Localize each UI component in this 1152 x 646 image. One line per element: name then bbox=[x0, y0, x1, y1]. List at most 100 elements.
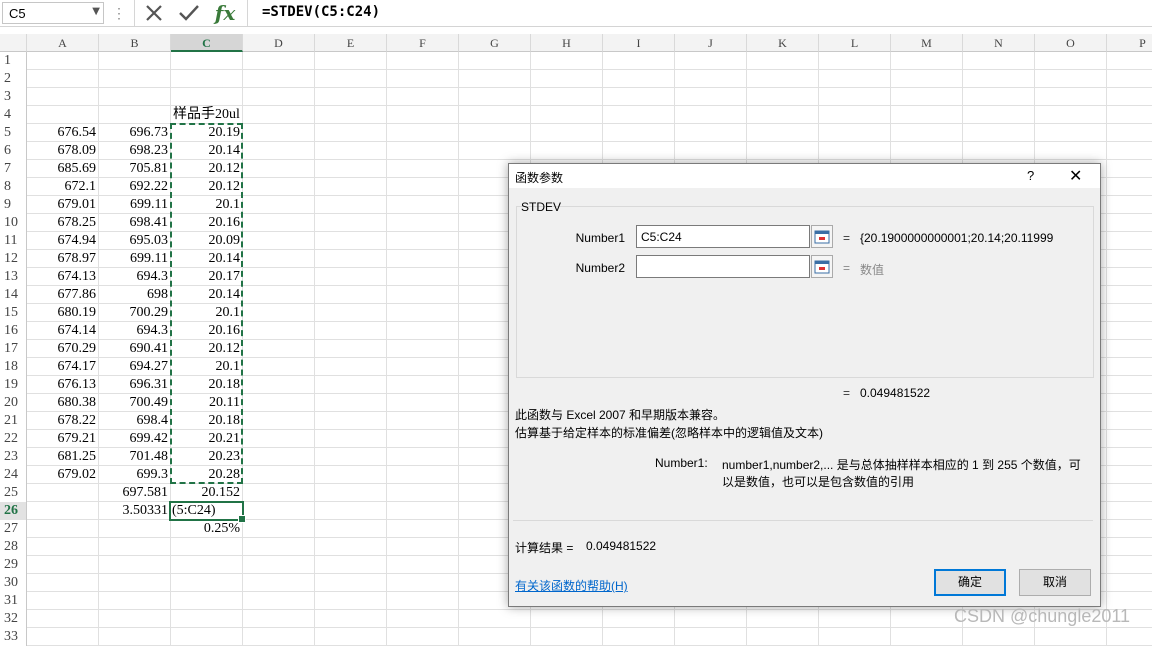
row-header-24[interactable]: 24 bbox=[0, 466, 27, 484]
close-icon[interactable]: ✕ bbox=[1069, 166, 1082, 186]
cell-b19[interactable]: 696.31 bbox=[101, 376, 169, 394]
column-header-g[interactable]: G bbox=[459, 34, 531, 52]
name-box[interactable]: C5 ▼ bbox=[2, 2, 104, 24]
row-header-20[interactable]: 20 bbox=[0, 394, 27, 412]
cell-c26-edit[interactable]: (5:C24) bbox=[172, 503, 242, 519]
cell-a14[interactable]: 677.86 bbox=[29, 286, 97, 304]
row-header-33[interactable]: 33 bbox=[0, 628, 27, 646]
cell-a20[interactable]: 680.38 bbox=[29, 394, 97, 412]
cell-b26[interactable]: 3.50331 bbox=[101, 502, 169, 520]
column-header-h[interactable]: H bbox=[531, 34, 603, 52]
cell-b15[interactable]: 700.29 bbox=[101, 304, 169, 322]
cell-c27[interactable]: 0.25% bbox=[173, 520, 240, 538]
row-header-32[interactable]: 32 bbox=[0, 610, 27, 628]
cell-b7[interactable]: 705.81 bbox=[101, 160, 169, 178]
cell-a23[interactable]: 681.25 bbox=[29, 448, 97, 466]
column-header-b[interactable]: B bbox=[99, 34, 171, 52]
cell-a12[interactable]: 678.97 bbox=[29, 250, 97, 268]
fill-handle[interactable] bbox=[238, 515, 246, 523]
row-header-29[interactable]: 29 bbox=[0, 556, 27, 574]
column-header-e[interactable]: E bbox=[315, 34, 387, 52]
cancel-button[interactable]: 取消 bbox=[1019, 569, 1091, 596]
row-header-31[interactable]: 31 bbox=[0, 592, 27, 610]
cell-a6[interactable]: 678.09 bbox=[29, 142, 97, 160]
dialog-titlebar[interactable]: 函数参数 ? ✕ bbox=[509, 164, 1100, 188]
cell-b25[interactable]: 697.581 bbox=[101, 484, 169, 502]
cell-a18[interactable]: 674.17 bbox=[29, 358, 97, 376]
cancel-x-icon[interactable] bbox=[142, 1, 166, 25]
row-header-26[interactable]: 26 bbox=[0, 502, 27, 520]
cell-a11[interactable]: 674.94 bbox=[29, 232, 97, 250]
cell-a15[interactable]: 680.19 bbox=[29, 304, 97, 322]
column-header-c[interactable]: C bbox=[171, 34, 243, 52]
cell-b5[interactable]: 696.73 bbox=[101, 124, 169, 142]
row-header-2[interactable]: 2 bbox=[0, 70, 27, 88]
drag-handle-icon[interactable]: ⋮ bbox=[112, 5, 126, 22]
cell-b6[interactable]: 698.23 bbox=[101, 142, 169, 160]
row-header-23[interactable]: 23 bbox=[0, 448, 27, 466]
row-header-1[interactable]: 1 bbox=[0, 52, 27, 70]
cell-a22[interactable]: 679.21 bbox=[29, 430, 97, 448]
column-header-a[interactable]: A bbox=[27, 34, 99, 52]
row-header-6[interactable]: 6 bbox=[0, 142, 27, 160]
row-header-28[interactable]: 28 bbox=[0, 538, 27, 556]
row-header-11[interactable]: 11 bbox=[0, 232, 27, 250]
cell-a19[interactable]: 676.13 bbox=[29, 376, 97, 394]
formula-input[interactable]: =STDEV(C5:C24) bbox=[262, 4, 380, 20]
cell-a7[interactable]: 685.69 bbox=[29, 160, 97, 178]
chevron-down-icon[interactable]: ▼ bbox=[92, 6, 100, 17]
cell-b22[interactable]: 699.42 bbox=[101, 430, 169, 448]
column-header-l[interactable]: L bbox=[819, 34, 891, 52]
ok-button[interactable]: 确定 bbox=[934, 569, 1006, 596]
column-header-p[interactable]: P bbox=[1107, 34, 1152, 52]
row-header-17[interactable]: 17 bbox=[0, 340, 27, 358]
row-header-7[interactable]: 7 bbox=[0, 160, 27, 178]
cell-a10[interactable]: 678.25 bbox=[29, 214, 97, 232]
cell-b8[interactable]: 692.22 bbox=[101, 178, 169, 196]
cell-a8[interactable]: 672.1 bbox=[29, 178, 97, 196]
cell-b9[interactable]: 699.11 bbox=[101, 196, 168, 214]
row-header-19[interactable]: 19 bbox=[0, 376, 27, 394]
column-header-i[interactable]: I bbox=[603, 34, 675, 52]
row-header-3[interactable]: 3 bbox=[0, 88, 27, 106]
cell-a17[interactable]: 670.29 bbox=[29, 340, 97, 358]
row-header-21[interactable]: 21 bbox=[0, 412, 27, 430]
column-header-n[interactable]: N bbox=[963, 34, 1035, 52]
check-icon[interactable] bbox=[177, 1, 201, 25]
row-header-12[interactable]: 12 bbox=[0, 250, 27, 268]
fx-icon[interactable]: fx bbox=[213, 1, 237, 25]
column-header-k[interactable]: K bbox=[747, 34, 819, 52]
column-header-d[interactable]: D bbox=[243, 34, 315, 52]
select-all-corner[interactable] bbox=[0, 34, 27, 52]
row-header-14[interactable]: 14 bbox=[0, 286, 27, 304]
cell-b23[interactable]: 701.48 bbox=[101, 448, 169, 466]
column-header-o[interactable]: O bbox=[1035, 34, 1107, 52]
column-header-f[interactable]: F bbox=[387, 34, 459, 52]
cell-b13[interactable]: 694.3 bbox=[101, 268, 169, 286]
row-header-25[interactable]: 25 bbox=[0, 484, 27, 502]
range-select-icon[interactable] bbox=[811, 225, 833, 248]
arg2-input[interactable] bbox=[636, 255, 810, 278]
cell-a21[interactable]: 678.22 bbox=[29, 412, 97, 430]
row-header-4[interactable]: 4 bbox=[0, 106, 27, 124]
cell-b21[interactable]: 698.4 bbox=[101, 412, 169, 430]
column-header-j[interactable]: J bbox=[675, 34, 747, 52]
cell-b18[interactable]: 694.27 bbox=[101, 358, 169, 376]
cell-b14[interactable]: 698 bbox=[101, 286, 168, 304]
cell-b11[interactable]: 695.03 bbox=[101, 232, 169, 250]
row-header-10[interactable]: 10 bbox=[0, 214, 27, 232]
row-header-5[interactable]: 5 bbox=[0, 124, 27, 142]
cell-a16[interactable]: 674.14 bbox=[29, 322, 97, 340]
row-header-30[interactable]: 30 bbox=[0, 574, 27, 592]
range-select-icon[interactable] bbox=[811, 255, 833, 278]
cell-b16[interactable]: 694.3 bbox=[101, 322, 169, 340]
row-header-18[interactable]: 18 bbox=[0, 358, 27, 376]
row-header-15[interactable]: 15 bbox=[0, 304, 27, 322]
row-header-9[interactable]: 9 bbox=[0, 196, 27, 214]
cell-b12[interactable]: 699.11 bbox=[101, 250, 168, 268]
row-header-13[interactable]: 13 bbox=[0, 268, 27, 286]
row-header-22[interactable]: 22 bbox=[0, 430, 27, 448]
arg1-input[interactable]: C5:C24 bbox=[636, 225, 810, 248]
cell-b10[interactable]: 698.41 bbox=[101, 214, 169, 232]
row-header-27[interactable]: 27 bbox=[0, 520, 27, 538]
